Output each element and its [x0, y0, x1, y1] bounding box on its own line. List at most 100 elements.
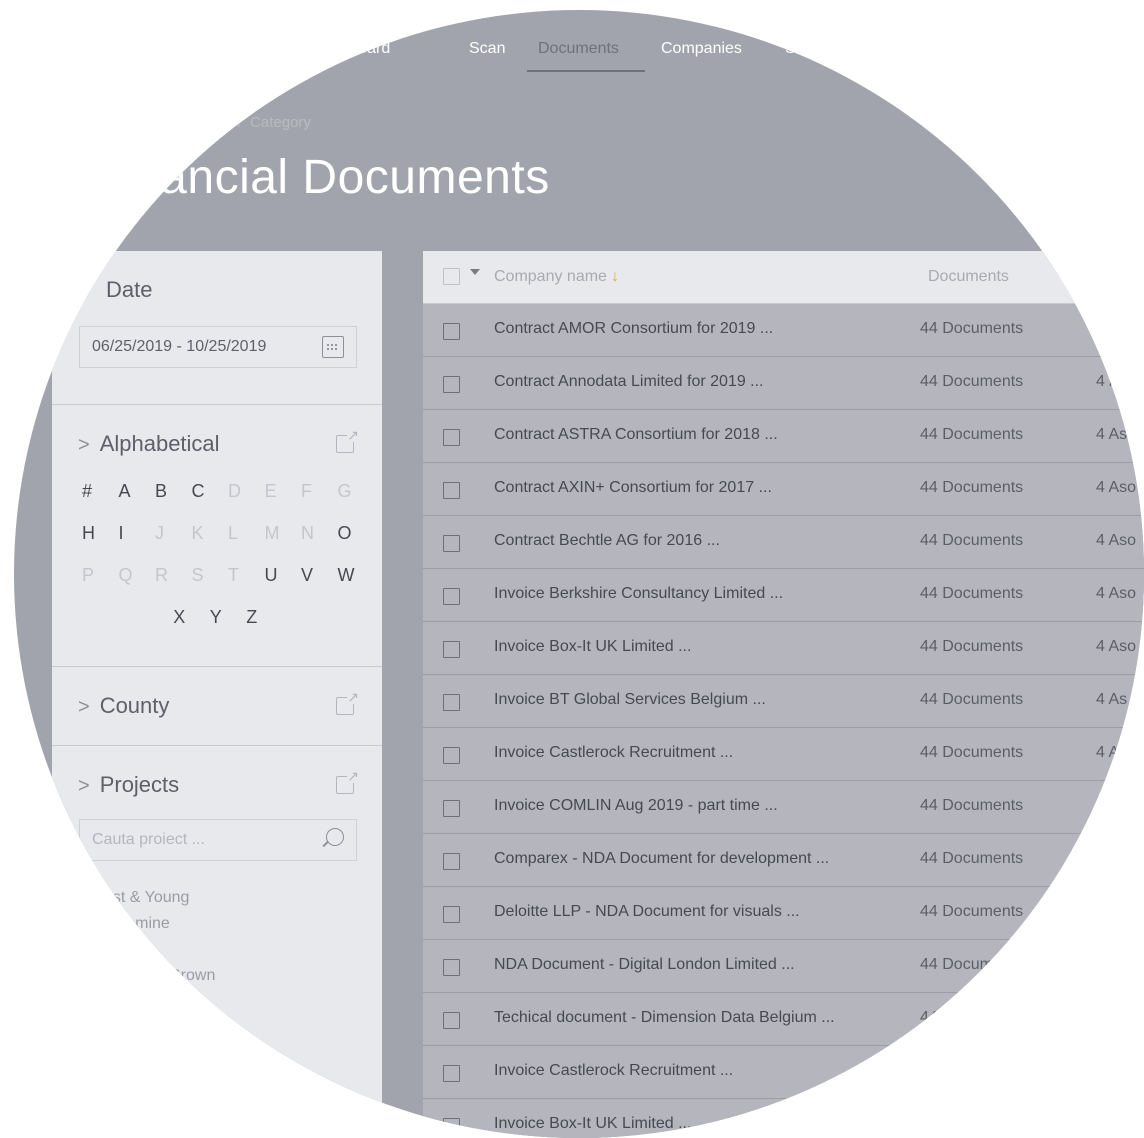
cell-company-name[interactable]: NDA Document - Digital London Limited ..… — [494, 956, 795, 974]
cell-company-name[interactable]: Comparex - NDA Document for development … — [494, 850, 829, 868]
table-row[interactable]: NDA Document - Digital London Limited ..… — [423, 940, 1144, 993]
table-row[interactable]: Contract Annodata Limited for 2019 ... 44… — [423, 357, 1144, 410]
letter-filter-m: M — [264, 523, 280, 543]
table-row[interactable]: Invoice Castlerock Recruitment ... — [423, 1046, 1144, 1099]
table-row[interactable]: Invoice COMLIN Aug 2019 - part time ... 4… — [423, 781, 1144, 834]
table-row[interactable]: Invoice BT Global Services Belgium ... 44… — [423, 675, 1144, 728]
row-checkbox[interactable] — [443, 1012, 460, 1029]
cell-company-name[interactable]: Contract Bechtle AG for 2016 ... — [494, 532, 720, 550]
external-link-icon[interactable] — [336, 768, 359, 794]
row-checkbox[interactable] — [443, 1118, 460, 1135]
table-row[interactable]: Invoice Box-It UK Limited ... — [423, 1099, 1144, 1138]
letter-filter-k: K — [191, 523, 204, 543]
cell-company-name[interactable]: Invoice Castlerock Recruitment ... — [494, 1062, 733, 1080]
table-row[interactable]: Invoice Box-It UK Limited ... 44 Document… — [423, 622, 1144, 675]
row-checkbox[interactable] — [443, 429, 460, 446]
project-item[interactable]: Brown — [170, 967, 215, 985]
cell-documents: 44 Documents — [920, 744, 1024, 761]
letter-filter-b[interactable]: B — [155, 481, 167, 502]
cell-company-name[interactable]: Contract AXIN+ Consortium for 2017 ... — [494, 479, 772, 497]
row-checkbox[interactable] — [443, 535, 460, 552]
sort-down-arrow-icon[interactable]: ↓ — [611, 268, 619, 285]
table-row[interactable]: Contract AXIN+ Consortium for 2017 ... 44… — [423, 463, 1144, 516]
row-checkbox[interactable] — [443, 588, 460, 605]
cell-company-name[interactable]: Invoice Box-It UK Limited ... — [494, 1115, 691, 1133]
project-search-input[interactable]: Cauta proiect ... — [79, 819, 357, 861]
cell-company-name[interactable]: Invoice COMLIN Aug 2019 - part time ... — [494, 797, 778, 815]
row-checkbox[interactable] — [443, 959, 460, 976]
letter-filter-n: N — [301, 523, 314, 543]
project-item[interactable]: Capgemine — [88, 915, 170, 933]
table-row[interactable]: Contract Bechtle AG for 2016 ... 44 Docum… — [423, 516, 1144, 569]
cell-company-name[interactable]: Contract ASTRA Consortium for 2018 ... — [494, 426, 778, 444]
table-row[interactable]: Techical document - Dimension Data Belgi… — [423, 993, 1144, 1046]
letter-filter-h[interactable]: H — [82, 523, 95, 544]
cell-extra: 4 As — [1096, 426, 1128, 443]
letter-filter-hash[interactable]: # — [82, 481, 92, 502]
letter-filter-u[interactable]: U — [265, 565, 278, 586]
projects-filter-heading[interactable]: > Projects — [78, 772, 179, 798]
row-checkbox[interactable] — [443, 323, 460, 340]
table-row[interactable]: Invoice Berkshire Consultancy Limited ..… — [423, 569, 1144, 622]
external-link-icon[interactable] — [336, 689, 359, 715]
caret-down-icon[interactable] — [470, 269, 480, 275]
cell-company-name[interactable]: Contract AMOR Consortium for 2019 ... — [494, 320, 773, 338]
cell-company-name[interactable]: Invoice Berkshire Consultancy Limited ..… — [494, 585, 783, 603]
project-item[interactable]: Ernst & Young — [88, 889, 189, 907]
nav-item-documents[interactable]: Documents — [538, 40, 619, 58]
column-company-name[interactable]: Company name ↓ — [494, 268, 619, 286]
nav-item-scan[interactable]: Scan — [469, 40, 505, 58]
nav-item-dashboard[interactable]: Dashboard — [312, 40, 390, 58]
letter-filter-e: E — [264, 481, 277, 501]
chevron-right-icon: > — [78, 775, 90, 797]
projects-filter-label: Projects — [99, 772, 180, 797]
letter-filter-z[interactable]: Z — [246, 607, 257, 628]
letter-filter-w[interactable]: W — [338, 565, 355, 586]
row-checkbox[interactable] — [443, 853, 460, 870]
table-row[interactable]: Contract AMOR Consortium for 2019 ... 44 … — [423, 304, 1144, 357]
cell-extra: 4 As — [1096, 691, 1128, 708]
row-checkbox[interactable] — [443, 906, 460, 923]
letter-filter-f: F — [301, 481, 312, 501]
cell-documents: 44 Documents — [920, 638, 1024, 655]
cell-company-name[interactable]: Invoice Castlerock Recruitment ... — [494, 744, 733, 762]
county-filter-heading[interactable]: > County — [78, 693, 169, 719]
cell-company-name[interactable]: Techical document - Dimension Data Belgi… — [494, 1009, 835, 1027]
project-item[interactable]: NDA — [88, 941, 122, 959]
row-checkbox[interactable] — [443, 1065, 460, 1082]
search-icon[interactable] — [326, 828, 344, 846]
row-checkbox[interactable] — [443, 747, 460, 764]
cell-company-name[interactable]: Deloitte LLP - NDA Document for visuals … — [494, 903, 800, 921]
alphabetical-filter-heading[interactable]: > Alphabetical — [78, 431, 220, 457]
table-row[interactable]: Contract ASTRA Consortium for 2018 ... 44… — [423, 410, 1144, 463]
cell-company-name[interactable]: Contract Annodata Limited for 2019 ... — [494, 373, 764, 391]
cell-documents: 44 Documents — [920, 585, 1024, 602]
letter-filter-a[interactable]: A — [119, 481, 131, 502]
letter-filter-i[interactable]: I — [119, 523, 124, 544]
nav-item-more[interactable]: St — [785, 40, 800, 58]
cell-company-name[interactable]: Invoice BT Global Services Belgium ... — [494, 691, 766, 709]
date-range-field[interactable]: 06/25/2019 - 10/25/2019 — [79, 326, 357, 368]
row-checkbox[interactable] — [443, 694, 460, 711]
column-documents[interactable]: Documents — [928, 268, 1009, 286]
cell-documents: 44 Documents — [920, 479, 1024, 496]
select-all-checkbox[interactable] — [443, 268, 460, 285]
letter-filter-c[interactable]: C — [192, 481, 205, 502]
row-checkbox[interactable] — [443, 376, 460, 393]
nav-item-companies[interactable]: Companies — [661, 40, 742, 58]
table-row[interactable]: Deloitte LLP - NDA Document for visuals … — [423, 887, 1144, 940]
row-checkbox[interactable] — [443, 482, 460, 499]
letter-filter-o[interactable]: O — [338, 523, 352, 544]
calendar-icon[interactable] — [322, 336, 344, 358]
row-checkbox[interactable] — [443, 800, 460, 817]
letter-filter-y[interactable]: Y — [210, 607, 222, 628]
letter-filter-v[interactable]: V — [301, 565, 313, 586]
letter-filter-g: G — [337, 481, 352, 501]
table-row[interactable]: Invoice Castlerock Recruitment ... 44 Doc… — [423, 728, 1144, 781]
breadcrumb-parent[interactable]: Documents — [154, 114, 230, 131]
table-row[interactable]: Comparex - NDA Document for development … — [423, 834, 1144, 887]
external-link-icon[interactable] — [336, 427, 359, 453]
letter-filter-x[interactable]: X — [173, 607, 185, 628]
row-checkbox[interactable] — [443, 641, 460, 658]
cell-company-name[interactable]: Invoice Box-It UK Limited ... — [494, 638, 691, 656]
